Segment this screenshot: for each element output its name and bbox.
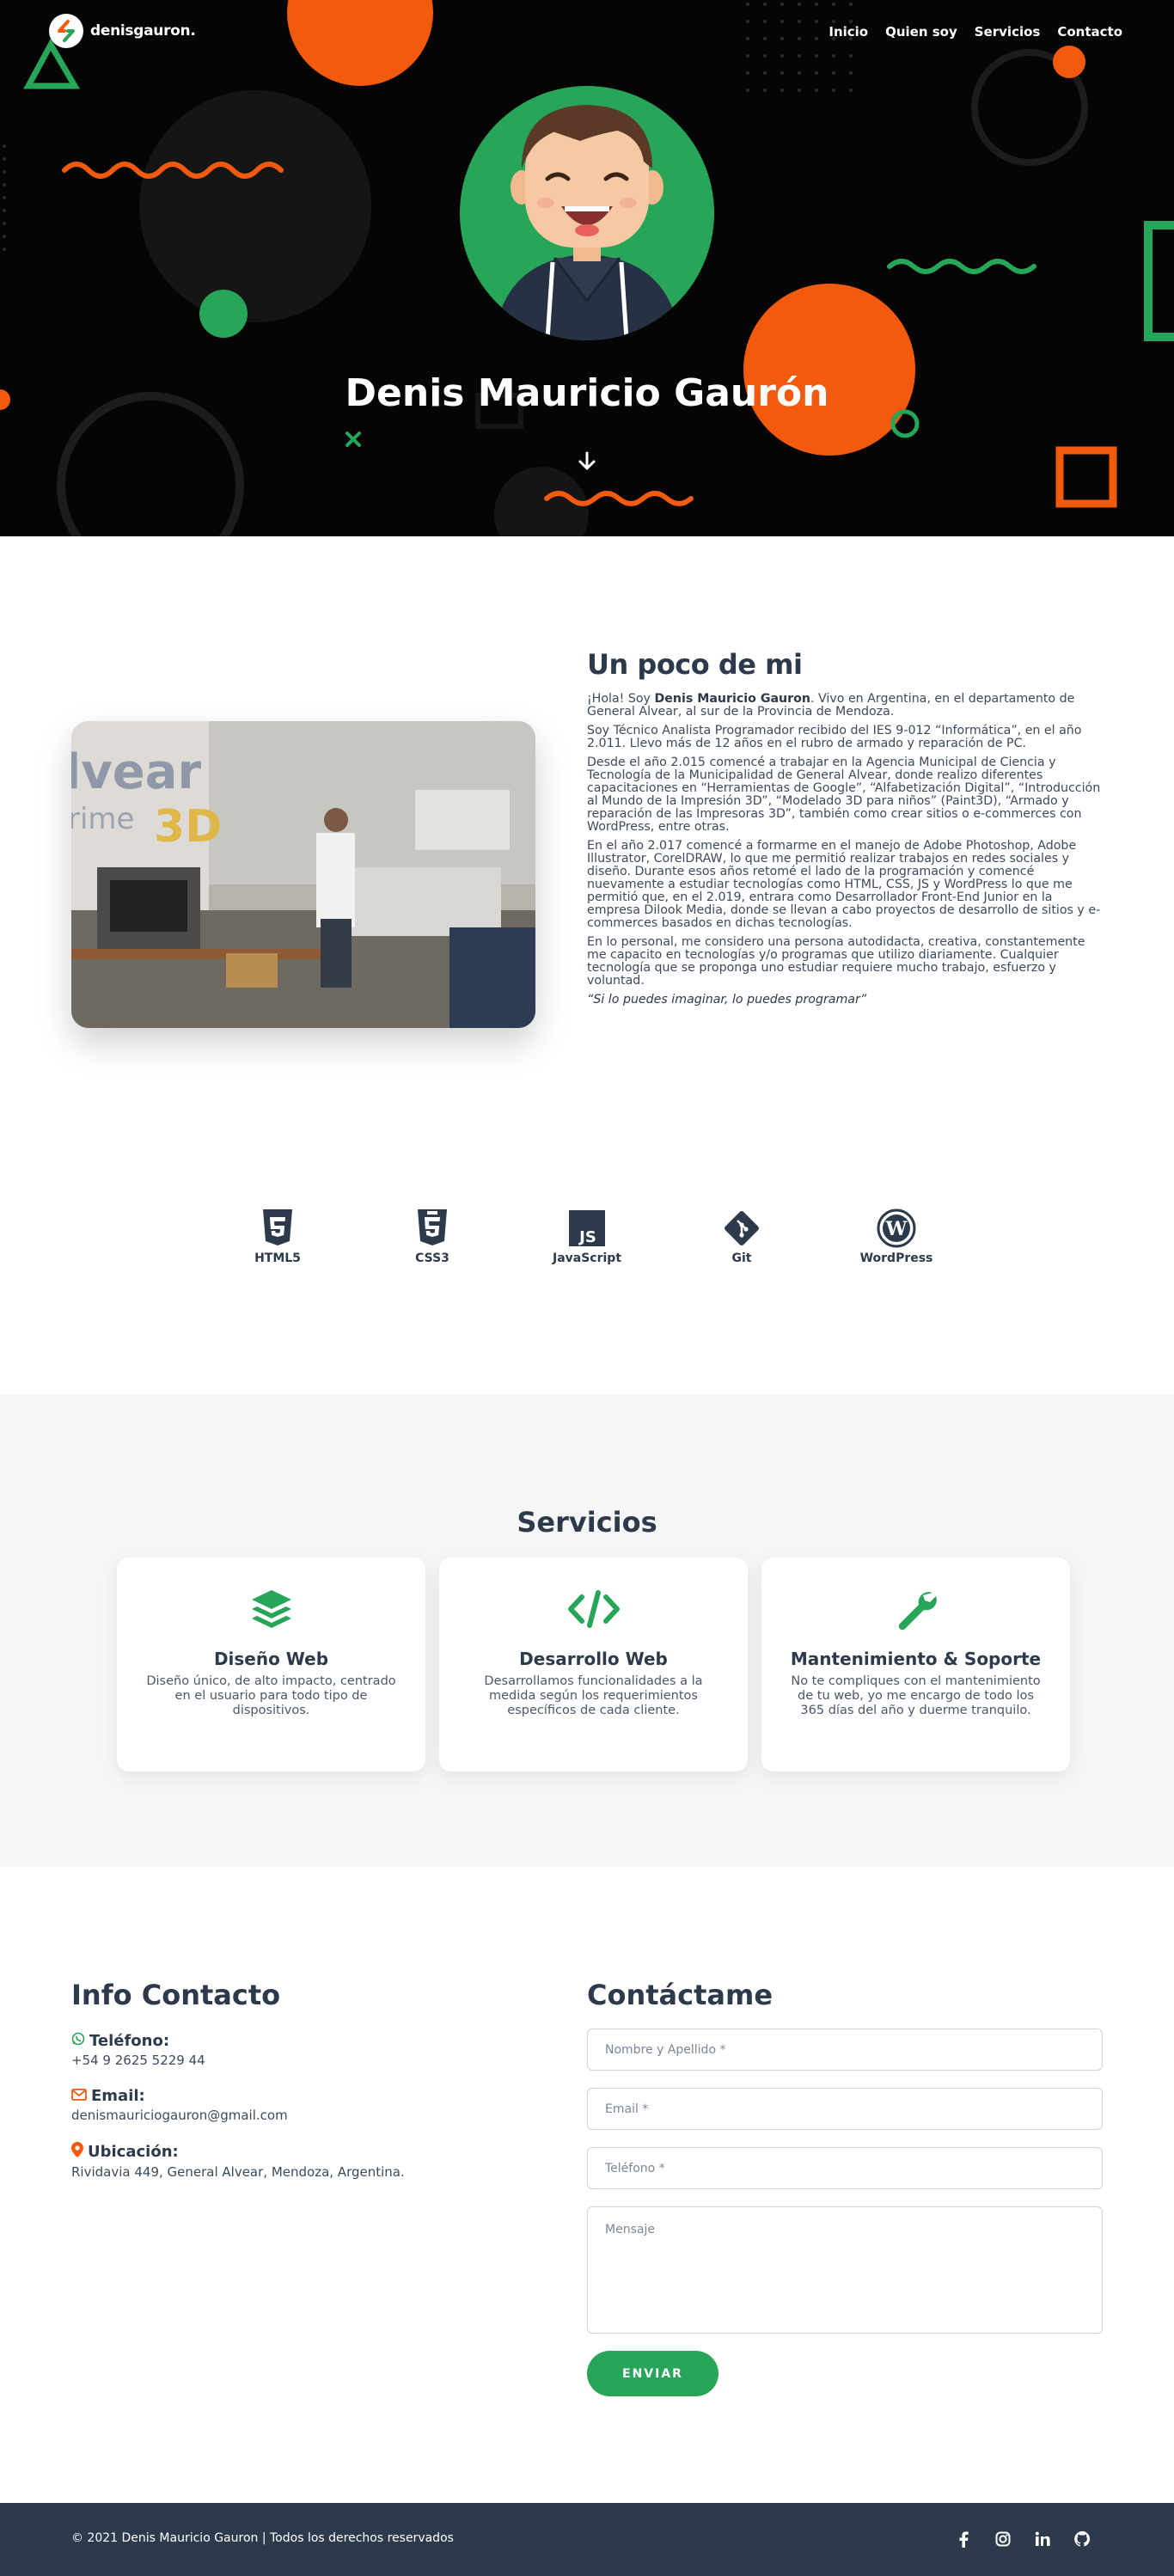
photo-banner-3d: 3D	[154, 801, 222, 853]
nav-link-quien-soy[interactable]: Quien soy	[885, 24, 957, 40]
location-label: Ubicación:	[88, 2143, 179, 2161]
skill-javascript: JS JavaScript	[527, 1208, 647, 1265]
name-input[interactable]: Nombre y Apellido *	[587, 2028, 1103, 2071]
photo-banner-subtext: rime	[71, 802, 134, 836]
social-links	[953, 2529, 1092, 2549]
logo-icon	[49, 14, 83, 48]
whatsapp-icon	[71, 2032, 85, 2050]
contact-info: Info Contacto Teléfono: +54 9 2625 5229 …	[71, 1979, 553, 2199]
send-button[interactable]: ENVIAR	[587, 2351, 718, 2396]
about-paragraph-5: En lo personal, me considero una persona…	[587, 935, 1085, 988]
services-title: Servicios	[517, 1506, 657, 1539]
skill-label: CSS3	[415, 1251, 449, 1265]
skill-label: HTML5	[254, 1251, 301, 1265]
service-description: No te compliques con el mantenimiento de…	[791, 1674, 1041, 1717]
about-section: lvear rime 3D Un poco de mi ¡Hola! Soy D…	[0, 536, 1174, 1394]
contact-email: Email: denismauriciogauron@gmail.com	[71, 2087, 553, 2123]
about-photo: lvear rime 3D	[71, 721, 535, 1028]
nav-link-servicios[interactable]: Servicios	[975, 24, 1041, 40]
about-paragraph-2: Soy Técnico Analista Programador recibid…	[587, 724, 1082, 750]
avatar	[460, 86, 714, 340]
service-title: Mantenimiento & Soporte	[790, 1649, 1042, 1669]
services-section: Servicios Diseño Web Diseño único, de al…	[0, 1394, 1174, 1867]
arrow-down-icon[interactable]	[578, 451, 596, 475]
photo-banner-text: lvear	[71, 744, 201, 800]
nav-link-contacto[interactable]: Contacto	[1057, 24, 1122, 40]
logo-text: denisgauron.	[90, 22, 196, 40]
svg-text:W: W	[885, 1218, 908, 1240]
wordpress-icon: W	[836, 1208, 957, 1248]
contact-phone: Teléfono: +54 9 2625 5229 44	[71, 2032, 553, 2068]
service-description: Diseño único, de alto impacto, centrado …	[146, 1674, 396, 1717]
service-card-diseno: Diseño Web Diseño único, de alto impacto…	[117, 1557, 425, 1771]
about-text: Un poco de mi ¡Hola! Soy Denis Mauricio …	[587, 648, 1103, 1013]
skill-css3: CSS3	[372, 1208, 492, 1265]
service-card-mantenimiento: Mantenimiento & Soporte No te compliques…	[761, 1557, 1070, 1771]
about-title: Un poco de mi	[587, 648, 803, 681]
wrench-icon	[761, 1583, 1070, 1635]
about-quote: “Si lo puedes imaginar, lo puedes progra…	[587, 993, 867, 1007]
service-card-desarrollo: Desarrollo Web Desarrollamos funcionalid…	[439, 1557, 748, 1771]
avatar-illustration	[494, 105, 680, 340]
phone-input[interactable]: Teléfono *	[587, 2147, 1103, 2189]
about-paragraph-4: En el año 2.017 comencé a formarme en el…	[587, 839, 1101, 930]
skill-label: Git	[731, 1251, 752, 1265]
copyright-text: © 2021 Denis Mauricio Gauron | Todos los…	[71, 2531, 454, 2545]
email-value[interactable]: denismauriciogauron@gmail.com	[71, 2108, 553, 2123]
about-paragraph-1: ¡Hola! Soy Denis Mauricio Gauron. Vivo e…	[587, 693, 1103, 719]
skills-list: HTML5 CSS3 JS JavaScript Git W WordPress	[0, 1208, 1174, 1277]
contact-location: Ubicación: Rividavia 449, General Alvear…	[71, 2142, 553, 2180]
github-icon[interactable]	[1072, 2529, 1092, 2549]
skill-label: JavaScript	[552, 1251, 622, 1265]
git-icon	[682, 1208, 802, 1248]
contact-info-title: Info Contacto	[71, 1979, 281, 2011]
svg-text:JS: JS	[578, 1228, 596, 1246]
skill-git: Git	[682, 1208, 802, 1265]
hero-section: denisgauron. Inicio Quien soy Servicios …	[0, 0, 1174, 536]
hero-title: Denis Mauricio Gaurón	[345, 371, 829, 415]
site-footer: © 2021 Denis Mauricio Gauron | Todos los…	[0, 2503, 1174, 2576]
about-paragraph-3: Desde el año 2.015 comencé a trabajar en…	[587, 756, 1101, 834]
nav-link-inicio[interactable]: Inicio	[829, 24, 868, 40]
css3-icon	[372, 1208, 492, 1248]
layers-icon	[117, 1583, 425, 1635]
contact-form-title: Contáctame	[587, 1979, 773, 2011]
site-logo[interactable]: denisgauron.	[49, 14, 196, 48]
phone-value[interactable]: +54 9 2625 5229 44	[71, 2053, 553, 2068]
contact-section: Info Contacto Teléfono: +54 9 2625 5229 …	[0, 1867, 1174, 2503]
map-pin-icon	[71, 2142, 83, 2162]
main-nav: Inicio Quien soy Servicios Contacto	[829, 24, 1122, 40]
location-value: Rividavia 449, General Alvear, Mendoza, …	[71, 2164, 405, 2180]
linkedin-icon[interactable]	[1032, 2529, 1053, 2549]
html5-icon	[217, 1208, 338, 1248]
skill-html5: HTML5	[217, 1208, 338, 1265]
envelope-icon	[71, 2087, 87, 2105]
code-icon	[439, 1583, 748, 1635]
about-name: Denis Mauricio Gauron	[654, 692, 810, 706]
javascript-icon: JS	[527, 1208, 647, 1248]
email-input[interactable]: Email *	[587, 2088, 1103, 2130]
service-title: Desarrollo Web	[519, 1649, 668, 1669]
about-p1-intro: ¡Hola! Soy	[587, 692, 655, 706]
instagram-icon[interactable]	[993, 2529, 1013, 2549]
contact-form: Contáctame Nombre y Apellido * Email * T…	[587, 1979, 1103, 2396]
skill-label: WordPress	[859, 1251, 933, 1265]
email-label: Email:	[91, 2087, 145, 2105]
message-textarea[interactable]: Mensaje	[587, 2206, 1103, 2334]
phone-label: Teléfono:	[89, 2032, 170, 2050]
skill-wordpress: W WordPress	[836, 1208, 957, 1265]
service-title: Diseño Web	[213, 1649, 329, 1669]
service-description: Desarrollamos funcionalidades a la medid…	[484, 1674, 703, 1717]
facebook-icon[interactable]	[953, 2529, 974, 2549]
